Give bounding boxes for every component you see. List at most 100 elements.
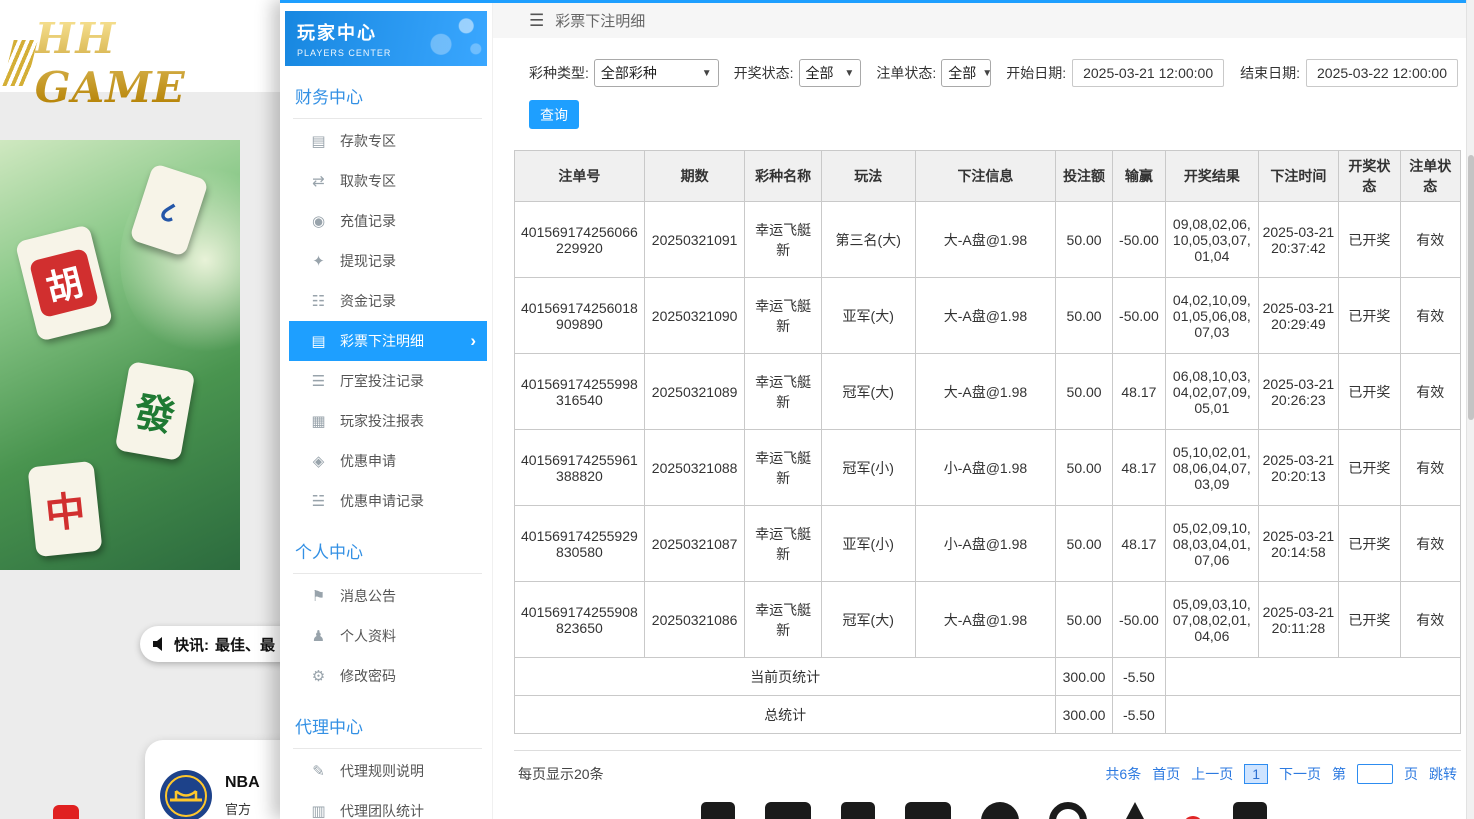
prev-page-link[interactable]: 上一页	[1191, 764, 1233, 784]
panel-header: 玩家中心 PLAYERS CENTER	[285, 11, 487, 66]
cell-bet-status: 有效	[1400, 582, 1460, 658]
sidebar-item[interactable]: ⚙修改密码	[280, 656, 487, 696]
draw-status-value: 全部	[806, 63, 834, 83]
sidebar-item[interactable]: ◉充值记录	[280, 201, 487, 241]
sidebar-item[interactable]: ☰厅室投注记录	[280, 361, 487, 401]
cell-result: 05,02,09,10,08,03,04,01,07,06	[1166, 506, 1259, 582]
speaker-icon	[152, 636, 168, 652]
nba-card-subtitle: 官方	[225, 799, 260, 818]
cell-info: 小-A盘@1.98	[915, 430, 1056, 506]
sidebar-section-title: 代理中心	[293, 706, 482, 749]
sidebar-item[interactable]: ☱ 优惠申请记录	[280, 481, 487, 521]
search-button[interactable]: 查询	[529, 100, 579, 129]
password-icon: ⚙	[310, 667, 327, 685]
lottery-type-select[interactable]: 全部彩种 ▼	[594, 59, 719, 87]
chevron-down-icon: ▼	[702, 68, 712, 79]
sidebar-item-label: 厅室投注记录	[340, 371, 424, 391]
footer-logo	[841, 802, 875, 819]
scrollbar-thumb[interactable]	[1468, 155, 1474, 420]
cell-winloss: -50.00	[1112, 582, 1165, 658]
draw-status-select[interactable]: 全部 ▼	[799, 59, 862, 87]
menu-icon[interactable]: ☰	[529, 11, 544, 31]
sidebar-section-title: 财务中心	[293, 76, 482, 119]
cell-play: 亚军(小)	[821, 506, 915, 582]
page-scrollbar[interactable]	[1466, 0, 1474, 819]
bet-status-select[interactable]: 全部 ▼	[941, 59, 991, 87]
cell-period: 20250321087	[644, 506, 745, 582]
footer-logo	[1117, 802, 1153, 819]
sidebar-item[interactable]: ⚑消息公告	[280, 576, 487, 616]
sidebar-item[interactable]: ✎代理规则说明	[280, 751, 487, 791]
sidebar-item[interactable]: ⇄取款专区	[280, 161, 487, 201]
sidebar-item[interactable]: ▥代理团队统计	[280, 791, 487, 819]
cell-amount: 50.00	[1056, 278, 1112, 354]
lottery-type-value: 全部彩种	[601, 63, 657, 83]
content-area: ☰ 彩票下注明细 彩种类型: 全部彩种 ▼ 开奖状态: 全部 ▼ 注单状态: 全…	[492, 3, 1474, 819]
cell-draw-status: 已开奖	[1339, 582, 1400, 658]
cell-info: 小-A盘@1.98	[915, 506, 1056, 582]
jump-prefix-label: 第	[1332, 764, 1346, 784]
cell-amount: 50.00	[1056, 354, 1112, 430]
next-page-link[interactable]: 下一页	[1279, 764, 1321, 784]
cell-result: 05,09,03,10,07,08,02,01,04,06	[1166, 582, 1259, 658]
page-size-text: 每页显示20条	[518, 764, 604, 784]
site-logo[interactable]: HH GAME	[0, 0, 280, 112]
cell-time: 2025-03-21 20:14:58	[1258, 506, 1339, 582]
sidebar-item[interactable]: ▤存款专区	[280, 121, 487, 161]
ticker-text: 最佳、最	[215, 634, 275, 655]
table-row: 40156917425596138882020250321088幸运飞艇新冠军(…	[515, 430, 1461, 506]
player-bet-report-icon: ▦	[310, 412, 327, 430]
cell-draw-status: 已开奖	[1339, 202, 1400, 278]
cell-winloss: 48.17	[1112, 506, 1165, 582]
table-row: 40156917425590882365020250321086幸运飞艇新冠军(…	[515, 582, 1461, 658]
sidebar-item-label: 代理团队统计	[340, 801, 424, 819]
page-jump-input[interactable]	[1357, 764, 1393, 784]
cell-info: 大-A盘@1.98	[915, 354, 1056, 430]
col-header-play: 玩法	[821, 151, 915, 202]
mahjong-banner: ८ 胡 發 中	[0, 140, 240, 570]
cell-time: 2025-03-21 20:11:28	[1258, 582, 1339, 658]
table-header-row: 注单号 期数 彩种名称 玩法 下注信息 投注额 输赢 开奖结果 下注时间 开奖状…	[515, 151, 1461, 202]
lottery-bet-detail-icon: ▤	[310, 332, 327, 350]
summary-empty	[1166, 696, 1461, 734]
cell-bet-status: 有效	[1400, 430, 1460, 506]
cell-draw-status: 已开奖	[1339, 354, 1400, 430]
first-page-link[interactable]: 首页	[1152, 764, 1180, 784]
cell-period: 20250321091	[644, 202, 745, 278]
pagination-bar: 每页显示20条 共6条 首页 上一页 1 下一页 第 页 跳转	[514, 750, 1461, 794]
col-header-result: 开奖结果	[1166, 151, 1259, 202]
players-center-panel: 玩家中心 PLAYERS CENTER 财务中心▤存款专区⇄取款专区◉充值记录✦…	[280, 0, 1474, 819]
sidebar-item[interactable]: ✦提现记录	[280, 241, 487, 281]
cell-info: 大-A盘@1.98	[915, 202, 1056, 278]
cell-result: 05,10,02,01,08,06,04,07,03,09	[1166, 430, 1259, 506]
table-row: 40156917425592983058020250321087幸运飞艇新亚军(…	[515, 506, 1461, 582]
summary-winloss: -5.50	[1112, 658, 1165, 696]
table-row: 40156917425599831654020250321089幸运飞艇新冠军(…	[515, 354, 1461, 430]
summary-amount: 300.00	[1056, 696, 1112, 734]
sidebar-item[interactable]: ♟个人资料	[280, 616, 487, 656]
sidebar-item-label: 代理规则说明	[340, 761, 424, 781]
sidebar-item[interactable]: ▦玩家投注报表	[280, 401, 487, 441]
cell-time: 2025-03-21 20:37:42	[1258, 202, 1339, 278]
panel-title: 玩家中心	[297, 19, 475, 45]
current-page-badge[interactable]: 1	[1244, 764, 1268, 784]
profile-icon: ♟	[310, 627, 327, 645]
start-date-input[interactable]	[1072, 59, 1224, 87]
cell-amount: 50.00	[1056, 506, 1112, 582]
footer-logo	[765, 802, 811, 819]
sidebar-item[interactable]: ◈优惠申请	[280, 441, 487, 481]
recharge-record-icon: ◉	[310, 212, 327, 230]
mahjong-tile-fa: 發	[115, 361, 196, 461]
cell-lottery: 幸运飞艇新	[745, 278, 821, 354]
page-jump-button[interactable]: 跳转	[1429, 764, 1457, 784]
sidebar-item[interactable]: ▤彩票下注明细›	[289, 321, 487, 361]
cell-bet-status: 有效	[1400, 278, 1460, 354]
end-date-input[interactable]	[1306, 59, 1458, 87]
sidebar-item-label: 优惠申请记录	[340, 491, 424, 511]
cell-play: 冠军(大)	[821, 582, 915, 658]
cell-time: 2025-03-21 20:29:49	[1258, 278, 1339, 354]
sidebar-item[interactable]: ☷资金记录	[280, 281, 487, 321]
promo-apply-record-icon: ☱	[310, 492, 327, 510]
draw-status-label: 开奖状态:	[734, 63, 794, 83]
withdraw-icon: ⇄	[310, 172, 327, 190]
